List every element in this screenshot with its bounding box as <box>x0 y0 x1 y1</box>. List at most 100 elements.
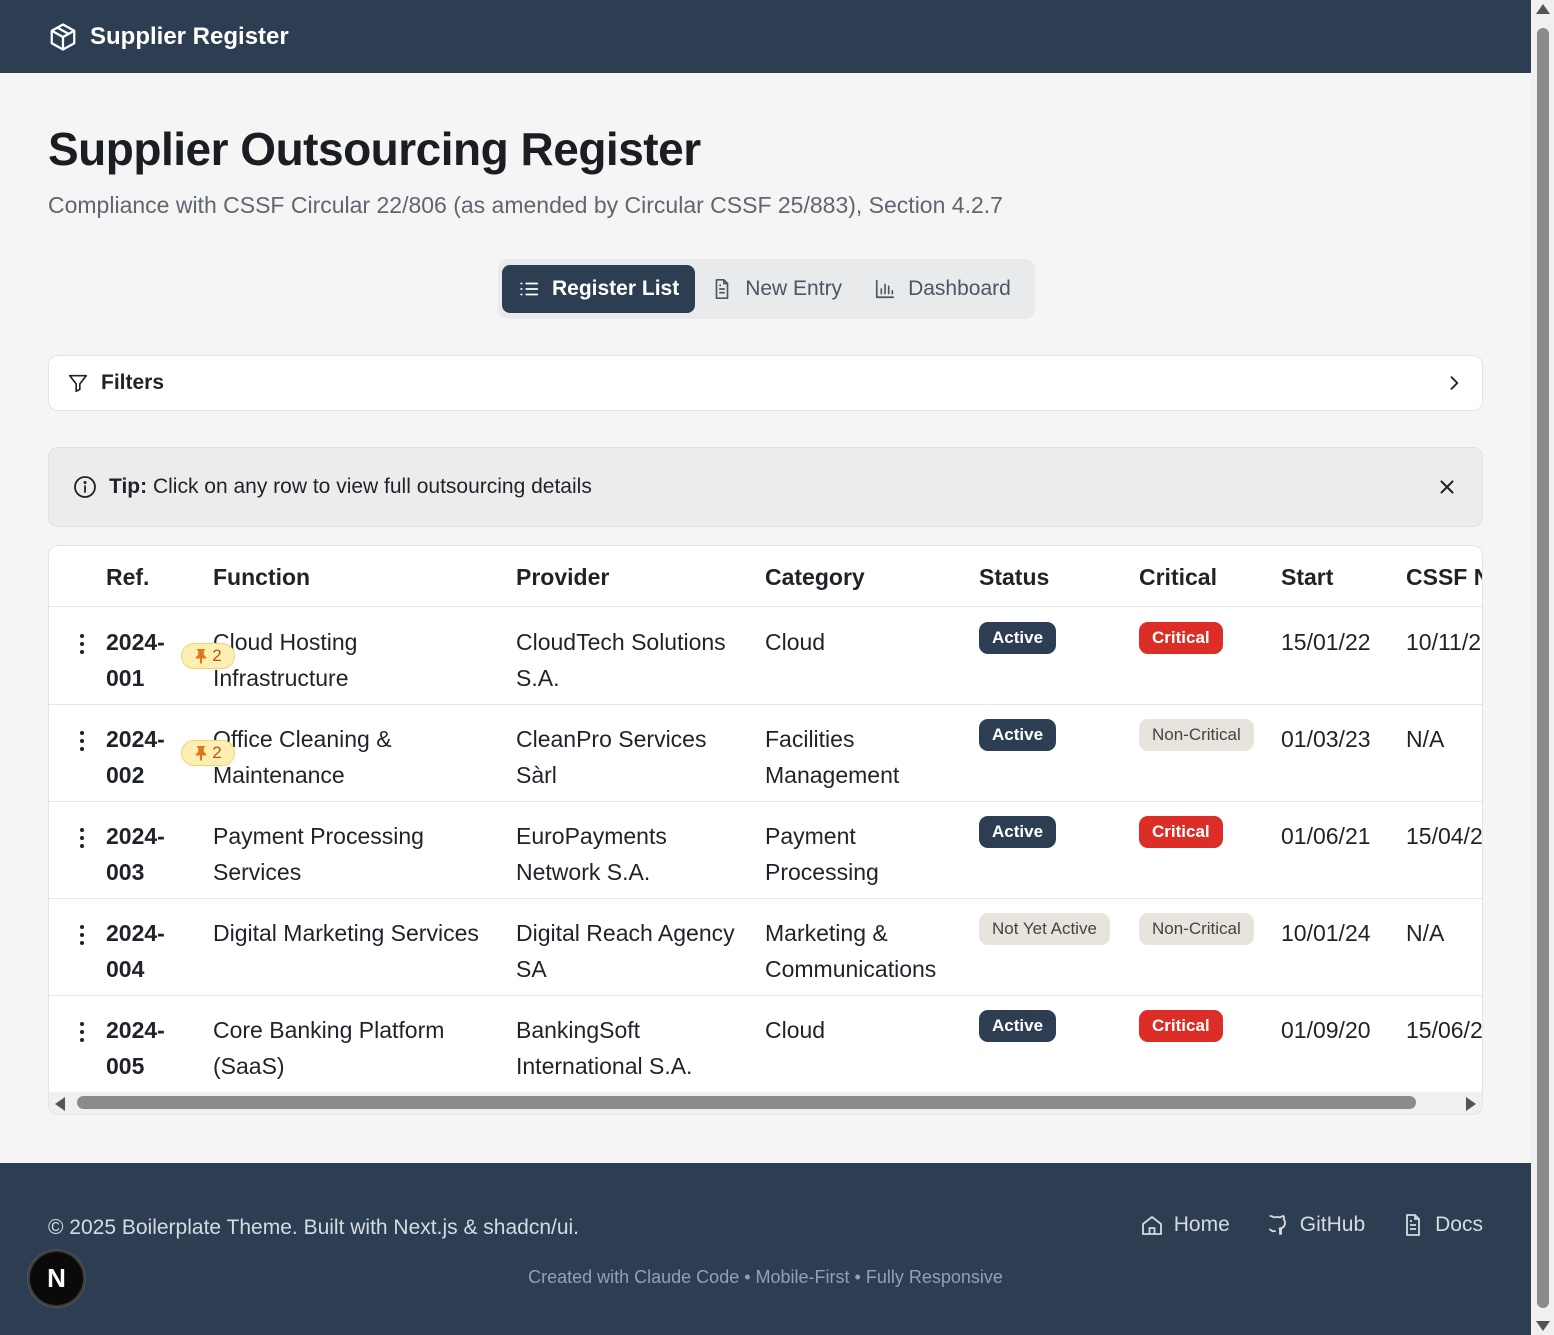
page-subtitle: Compliance with CSSF Circular 22/806 (as… <box>48 192 1003 218</box>
cell-line: Marketing & <box>765 920 888 946</box>
chevron-right-icon[interactable] <box>1444 373 1464 393</box>
column-header-provider[interactable]: Provider <box>516 564 609 591</box>
home-icon <box>1141 1216 1162 1235</box>
cell-function: Office Cleaning & Maintenance <box>213 721 392 793</box>
cell-line: Processing <box>765 859 879 885</box>
footer-link-home[interactable]: Home <box>1140 1213 1230 1237</box>
scrollbar-thumb[interactable] <box>77 1096 1416 1109</box>
close-icon[interactable] <box>1436 476 1458 498</box>
column-header-critical[interactable]: Critical <box>1139 564 1217 591</box>
cell-line: Communications <box>765 956 937 982</box>
package-icon <box>50 22 76 51</box>
scroll-down-icon[interactable] <box>1536 1321 1550 1331</box>
cell-line: International S.A. <box>516 1053 693 1079</box>
cell-line: CleanPro Services <box>516 726 707 752</box>
cell-line: 2024- <box>106 726 165 752</box>
cell-provider: BankingSoft International S.A. <box>516 1012 692 1084</box>
list-icon <box>520 282 539 296</box>
status-badge: Not Yet Active <box>979 913 1110 945</box>
table-row[interactable]: 2024- 003 Payment Processing Services Euro… <box>49 802 1483 899</box>
cell-cssf-notification: N/A <box>1406 920 1445 946</box>
cell-cssf-notification: 15/04/2 <box>1406 823 1483 849</box>
scroll-up-icon[interactable] <box>1536 4 1550 14</box>
cell-ref: 2024- 001 <box>106 624 165 696</box>
filter-icon <box>68 374 88 393</box>
cell-line: Digital Marketing Services <box>213 920 479 946</box>
column-header-category[interactable]: Category <box>765 564 865 591</box>
cell-line: 001 <box>106 665 145 691</box>
brand[interactable]: Supplier Register <box>48 22 289 52</box>
file-icon <box>715 279 729 299</box>
cell-line: (SaaS) <box>213 1053 285 1079</box>
credits-text: Created with Claude Code • Mobile-First … <box>528 1267 1003 1287</box>
column-header-status[interactable]: Status <box>979 564 1049 591</box>
status-badge: Active <box>979 719 1057 751</box>
row-actions-icon[interactable] <box>79 925 85 949</box>
register-table: Ref. Function Provider Category Status C… <box>48 545 1483 1115</box>
cell-line: Infrastructure <box>213 665 349 691</box>
pin-count-badge[interactable]: 2 <box>181 643 235 669</box>
column-header-start[interactable]: Start <box>1281 564 1333 591</box>
table-row[interactable]: 2024- 002 Office Cleaning & Maintenance Cl… <box>49 705 1482 802</box>
cell-line: BankingSoft <box>516 1017 641 1043</box>
scrollbar-thumb[interactable] <box>1537 28 1549 1308</box>
view-tabs: Register List New Entry Dashboard <box>498 259 1035 319</box>
cell-function: Digital Marketing Services <box>213 915 479 951</box>
filters-panel-toggle[interactable]: Filters <box>48 355 1483 411</box>
footer-link-github[interactable]: GitHub <box>1266 1213 1365 1237</box>
row-actions-icon[interactable] <box>79 828 85 852</box>
table-horizontal-scrollbar[interactable] <box>49 1092 1482 1114</box>
tab-dashboard[interactable]: Dashboard <box>858 265 1027 313</box>
cell-cssf-notification: 10/11/2 <box>1406 629 1482 655</box>
cell-line: Payment <box>765 823 856 849</box>
tab-new-entry[interactable]: New Entry <box>695 265 858 313</box>
nextjs-dev-badge[interactable]: N <box>28 1250 85 1307</box>
scroll-left-icon[interactable] <box>55 1097 65 1111</box>
app-footer: © 2025 Boilerplate Theme. Built with Nex… <box>0 1163 1531 1335</box>
pin-count-badge[interactable]: 2 <box>181 740 235 766</box>
table-row[interactable]: 2024- 004 Digital Marketing Services Digi… <box>49 899 1482 996</box>
critical-badge: Non-Critical <box>1139 719 1254 751</box>
cell-line: Payment Processing <box>213 823 424 849</box>
tip-message: Click on any row to view full outsourcin… <box>152 475 592 498</box>
bar-chart-icon <box>875 279 895 299</box>
cell-line: EuroPayments <box>516 823 667 849</box>
column-header-ref[interactable]: Ref. <box>106 564 149 591</box>
cell-line: 2024- <box>106 629 165 655</box>
column-header-function[interactable]: Function <box>213 564 310 591</box>
table-row[interactable]: 2024- 005 Core Banking Platform (SaaS) Ban… <box>49 996 1482 1093</box>
table-header: Ref. Function Provider Category Status C… <box>49 546 1482 607</box>
critical-badge: Critical <box>1139 1010 1223 1042</box>
cell-start-date: 10/01/24 <box>1281 920 1371 946</box>
cell-function: Payment Processing Services <box>213 818 424 890</box>
critical-badge: Critical <box>1139 622 1223 654</box>
scroll-right-icon[interactable] <box>1466 1097 1476 1111</box>
cell-provider: CleanPro Services Sàrl <box>516 721 706 793</box>
cell-line: 004 <box>106 956 145 982</box>
status-badge: Active <box>979 816 1057 848</box>
column-header-cssf[interactable]: CSSF N <box>1406 564 1482 591</box>
cell-line: Management <box>765 762 900 788</box>
cell-category: Marketing & Communications <box>765 915 936 987</box>
row-actions-icon[interactable] <box>79 634 85 658</box>
app-header: Supplier Register <box>0 0 1531 73</box>
status-badge: Active <box>979 1010 1057 1042</box>
cell-line: SA <box>516 956 547 982</box>
page-scrollbar[interactable] <box>1531 0 1554 1335</box>
row-actions-icon[interactable] <box>79 1022 85 1046</box>
tab-register-list[interactable]: Register List <box>502 265 696 313</box>
row-actions-icon[interactable] <box>79 731 85 755</box>
cell-provider: CloudTech Solutions S.A. <box>516 624 726 696</box>
cell-line: 002 <box>106 762 145 788</box>
cell-category: Cloud <box>765 1012 825 1048</box>
table-row[interactable]: 2024- 001 Cloud Hosting Infrastructure Clo… <box>49 608 1482 705</box>
cell-line: Services <box>213 859 302 885</box>
cell-line: Office Cleaning & <box>213 726 392 752</box>
footer-link-docs[interactable]: Docs <box>1401 1213 1483 1237</box>
pin-count: 2 <box>212 743 222 762</box>
cell-line: 003 <box>106 859 145 885</box>
app-title: Supplier Register <box>90 22 289 50</box>
cell-category: Facilities Management <box>765 721 899 793</box>
copyright-text: © 2025 Boilerplate Theme. Built with Nex… <box>48 1216 580 1239</box>
page-title: Supplier Outsourcing Register <box>48 123 701 175</box>
